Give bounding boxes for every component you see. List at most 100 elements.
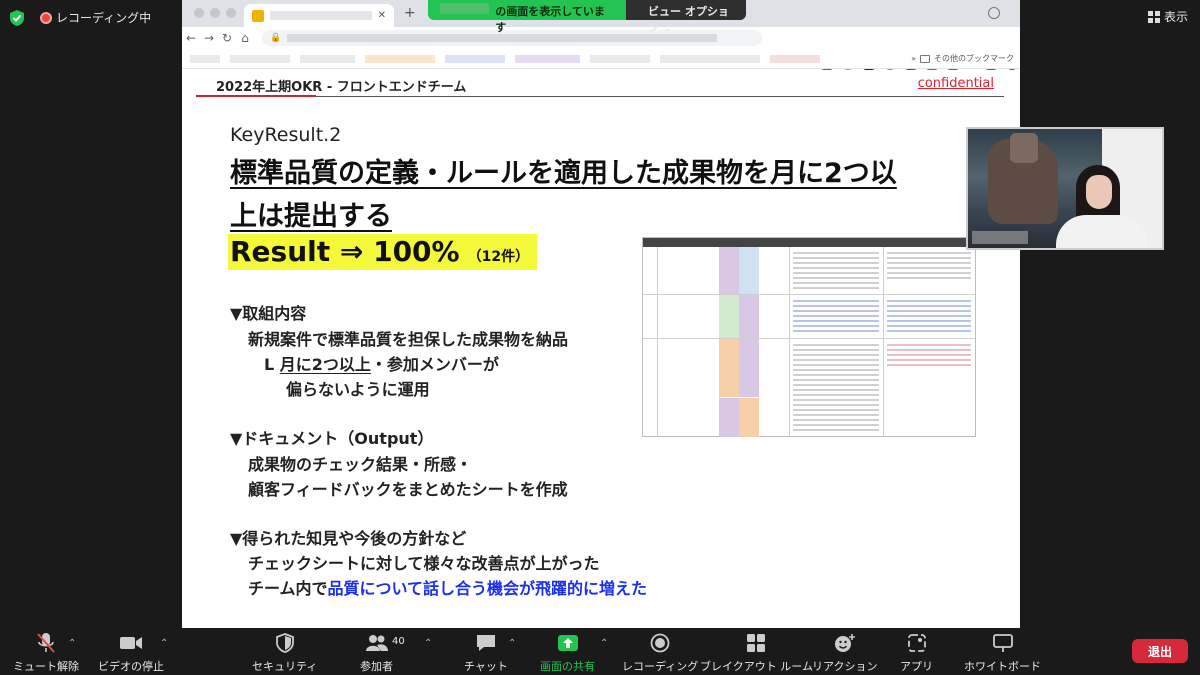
bookmark-item[interactable]	[365, 55, 435, 63]
sheet-cell-text	[887, 344, 971, 368]
bookmark-item[interactable]	[660, 55, 760, 63]
stop-video-label: ビデオの停止	[98, 660, 164, 673]
record-button[interactable]: レコーディング	[622, 632, 698, 674]
share-screen-icon	[556, 632, 580, 654]
section1-line1: 新規案件で標準品質を担保した成果物を納品	[248, 330, 569, 349]
presenter-name-redacted	[440, 3, 490, 14]
record-dot-icon	[40, 11, 52, 24]
mute-caret-icon[interactable]: ⌃	[68, 638, 76, 649]
section1-line2-underlined: 月に2つ以上	[279, 355, 371, 374]
address-bar[interactable]: 🔒	[262, 30, 762, 46]
sheet-cell-text	[793, 300, 879, 332]
tab-search-icon[interactable]	[988, 7, 1000, 19]
share-screen-button[interactable]: 画面の共有	[540, 632, 595, 674]
window-controls	[194, 8, 236, 18]
security-label: セキュリティ	[252, 660, 318, 673]
apps-label: アプリ	[900, 660, 933, 673]
section1-line2: L 月に2つ以上・参加メンバーが	[264, 353, 499, 377]
bookmarks-bar: » その他のブックマーク	[182, 49, 1020, 69]
other-bookmarks[interactable]: » その他のブックマーク	[911, 53, 1014, 64]
reload-icon[interactable]: ↻	[218, 31, 236, 45]
new-tab-icon[interactable]: +	[404, 5, 416, 21]
participant-face	[1086, 175, 1112, 209]
chat-bubble-icon	[474, 632, 498, 654]
view-button[interactable]: 表示	[1147, 8, 1188, 25]
section2-line2: 顧客フィードバックをまとめたシートを作成	[248, 480, 568, 499]
bookmark-item[interactable]	[230, 55, 290, 63]
sheet-cell-text	[887, 300, 971, 332]
view-options-button[interactable]: ビュー オプション ⌄	[626, 0, 746, 34]
participants-button[interactable]: 参加者	[360, 632, 393, 674]
folder-icon	[920, 54, 930, 63]
participant-video-tile[interactable]	[966, 127, 1164, 250]
record-label: レコーディング	[622, 660, 699, 673]
sheet-cell-text	[793, 252, 879, 290]
header-accent-line	[196, 95, 316, 97]
section1-title: ▼取組内容	[230, 304, 307, 323]
meeting-toolbar: ミュート解除 ⌃ ビデオの停止 ⌃ セキュリティ 参加者 40 ⌃ チャット ⌃…	[0, 628, 1200, 675]
section1-line2-prefix: L	[264, 355, 280, 374]
video-caret-icon[interactable]: ⌃	[160, 638, 168, 649]
participants-caret-icon[interactable]: ⌃	[424, 638, 432, 649]
key-result-label: KeyResult.2	[230, 124, 342, 146]
sheet-row-divider	[643, 294, 975, 295]
sheet-cell	[719, 339, 739, 397]
reactions-button[interactable]: リアクション	[812, 632, 877, 674]
participants-icon	[365, 632, 389, 654]
url-redacted	[287, 34, 718, 42]
chat-button[interactable]: チャット	[464, 632, 508, 674]
participant-shirt	[1056, 215, 1148, 248]
share-caret-icon[interactable]: ⌃	[600, 638, 608, 649]
shared-screen: ✕ + ← → ↻ ⌂ 🔒 ⇪ ☆ f?	[182, 0, 1020, 628]
section2-line1: 成果物のチェック結果・所感・	[248, 455, 473, 474]
minimize-dot-icon[interactable]	[210, 8, 220, 18]
maximize-dot-icon[interactable]	[226, 8, 236, 18]
section3-line1: チェックシートに対して様々な改善点が上がった	[248, 554, 600, 573]
security-button[interactable]: セキュリティ	[252, 632, 317, 674]
result-main: Result ⇒ 100%	[230, 235, 460, 268]
sheet-col-divider	[789, 247, 790, 437]
result-sub: （12件）	[467, 249, 530, 265]
tab-close-icon[interactable]: ✕	[378, 10, 386, 21]
chevron-down-icon: ⌄	[662, 21, 673, 34]
section3-line2: チーム内で品質について話し合う機会が飛躍的に増えた	[248, 577, 647, 601]
bookmark-item[interactable]	[770, 55, 820, 63]
leave-button[interactable]: 退出	[1132, 639, 1188, 663]
shield-icon[interactable]	[9, 9, 25, 27]
sheet-cell	[719, 295, 739, 338]
security-shield-icon	[273, 632, 297, 654]
chat-caret-icon[interactable]: ⌃	[508, 638, 516, 649]
section3-line2-prefix: チーム内で	[248, 579, 328, 598]
section1-line3: 偏らないように運用	[286, 380, 430, 399]
whiteboard-button[interactable]: ホワイトボード	[964, 632, 1041, 674]
recording-indicator[interactable]: レコーディング中	[40, 9, 151, 26]
stop-video-button[interactable]: ビデオの停止	[98, 632, 164, 674]
bookmark-item[interactable]	[300, 55, 355, 63]
screen-share-banner: の画面を表示しています ビュー オプション ⌄	[428, 0, 746, 34]
browser-tab[interactable]: ✕	[244, 4, 394, 27]
video-camera-icon	[119, 632, 143, 654]
share-status-label: の画面を表示しています	[495, 5, 605, 34]
breakout-rooms-label: ブレイクアウト ルーム	[700, 660, 813, 673]
headline-line-1: 標準品質の定義・ルールを適用した成果物を月に2つ以	[230, 158, 897, 189]
slide-header: 2022年上期OKR - フロントエンドチーム confidential	[196, 70, 1004, 97]
bookmark-item[interactable]	[190, 55, 220, 63]
apps-button[interactable]: アプリ	[900, 632, 933, 674]
sheet-cell-text	[887, 252, 971, 282]
chevron-right-icon: »	[911, 54, 916, 63]
bookmark-item[interactable]	[590, 55, 650, 63]
zoom-window: レコーディング中 表示 ✕ + ← → ↻ ⌂ 🔒 » その他のブックマーク 2…	[0, 0, 1200, 675]
close-dot-icon[interactable]	[194, 8, 204, 18]
back-icon[interactable]: ←	[182, 31, 200, 45]
breakout-rooms-button[interactable]: ブレイクアウト ルーム	[700, 632, 813, 674]
recording-label: レコーディング中	[56, 11, 152, 25]
bookmark-item[interactable]	[445, 55, 505, 63]
bookmark-item[interactable]	[515, 55, 580, 63]
other-bookmarks-label: その他のブックマーク	[934, 54, 1014, 63]
mic-muted-icon	[34, 632, 58, 654]
sheet-cell	[739, 398, 759, 437]
spreadsheet-thumbnail	[642, 237, 976, 437]
chat-label: チャット	[464, 660, 508, 673]
forward-icon[interactable]: →	[200, 31, 218, 45]
home-icon[interactable]: ⌂	[236, 31, 254, 45]
